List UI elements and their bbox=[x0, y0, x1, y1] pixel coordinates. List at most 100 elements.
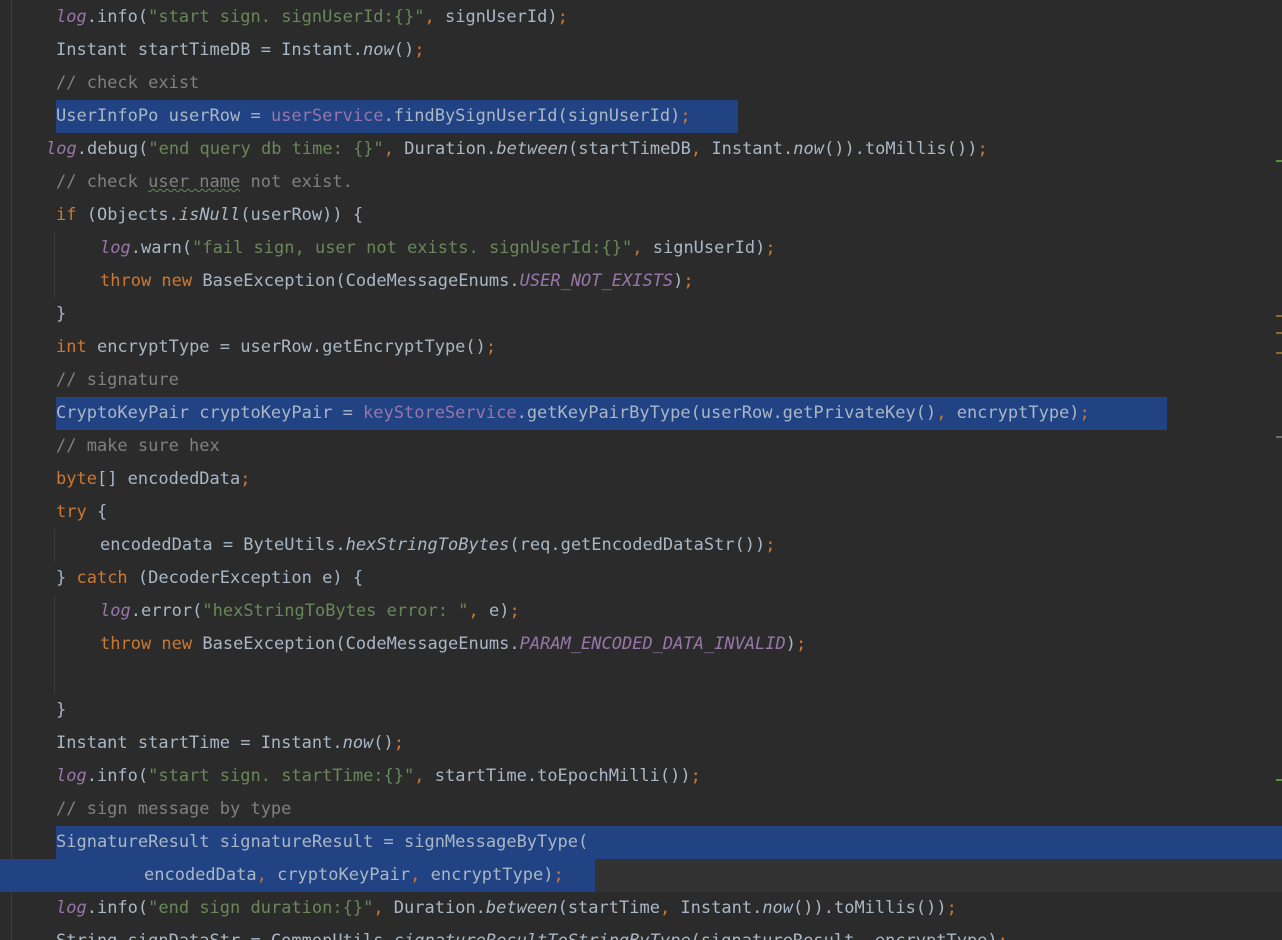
code-token: int bbox=[56, 337, 97, 357]
code-line[interactable]: } bbox=[0, 694, 1282, 727]
code-text: // make sure hex bbox=[56, 430, 220, 463]
code-line[interactable]: try { bbox=[0, 496, 1282, 529]
code-token: isNull bbox=[178, 205, 241, 225]
code-token: UserInfoPo userRow = bbox=[56, 106, 271, 126]
code-text: } bbox=[56, 694, 66, 727]
code-line[interactable]: log.info("start sign. startTime:{}", sta… bbox=[0, 760, 1282, 793]
code-text: Instant startTimeDB = Instant.now(); bbox=[56, 34, 425, 67]
code-token: (startTime bbox=[557, 898, 660, 918]
code-token: ; bbox=[765, 238, 776, 258]
scrollbar-marker[interactable] bbox=[1276, 352, 1282, 354]
code-line[interactable]: CryptoKeyPair cryptoKeyPair = keyStoreSe… bbox=[0, 397, 1282, 430]
code-line[interactable]: log.info("start sign. signUserId:{}", si… bbox=[0, 1, 1282, 34]
code-line[interactable]: throw new BaseException(CodeMessageEnums… bbox=[0, 628, 1282, 661]
code-token: .warn( bbox=[130, 238, 193, 258]
code-text: UserInfoPo userRow = userService.findByS… bbox=[56, 100, 691, 133]
code-line[interactable]: Instant startTimeDB = Instant.now(); bbox=[0, 34, 1282, 67]
code-editor[interactable]: log.info("start sign. signUserId:{}", si… bbox=[0, 0, 1282, 940]
code-line[interactable]: log.info("end sign duration:{}", Duratio… bbox=[0, 892, 1282, 925]
code-line[interactable]: throw new BaseException(CodeMessageEnums… bbox=[0, 265, 1282, 298]
code-text: log.error("hexStringToBytes error: ", e)… bbox=[100, 595, 520, 628]
code-text: log.info("start sign. signUserId:{}", si… bbox=[56, 1, 568, 34]
code-token: log bbox=[56, 766, 87, 786]
code-line[interactable]: // check user name not exist. bbox=[0, 166, 1282, 199]
code-token: SignatureResult signatureResult = signMe… bbox=[56, 832, 589, 852]
code-line[interactable]: int encryptType = userRow.getEncryptType… bbox=[0, 331, 1282, 364]
code-line[interactable]: encodedData = ByteUtils.hexStringToBytes… bbox=[0, 529, 1282, 562]
code-token: now bbox=[363, 40, 394, 60]
code-token: .info( bbox=[86, 7, 149, 27]
code-token: "hexStringToBytes error: " bbox=[202, 601, 469, 621]
scrollbar-marker[interactable] bbox=[1276, 160, 1282, 162]
code-token: , bbox=[632, 238, 653, 258]
code-token: startTime.toEpochMilli()) bbox=[434, 766, 691, 786]
scrollbar-marker[interactable] bbox=[1276, 436, 1282, 438]
code-line[interactable]: SignatureResult signatureResult = signMe… bbox=[0, 826, 1282, 859]
code-token: cryptoKeyPair bbox=[277, 865, 411, 885]
code-token: , bbox=[690, 139, 712, 159]
code-text: log.warn("fail sign, user not exists. si… bbox=[100, 232, 776, 265]
code-token: () bbox=[393, 40, 415, 60]
code-line[interactable]: byte[] encodedData; bbox=[0, 463, 1282, 496]
scrollbar-marker[interactable] bbox=[1276, 332, 1282, 334]
code-line[interactable]: if (Objects.isNull(userRow)) { bbox=[0, 199, 1282, 232]
code-line[interactable]: // signature bbox=[0, 364, 1282, 397]
code-token: ; bbox=[485, 337, 497, 357]
code-line[interactable]: } bbox=[0, 298, 1282, 331]
code-token: [] encodedData bbox=[96, 469, 241, 489]
code-token: log bbox=[56, 7, 87, 27]
code-line[interactable]: String signDataStr = CommonUtils.signatu… bbox=[0, 925, 1282, 940]
code-token: (req.getEncodedDataStr()) bbox=[509, 535, 766, 555]
code-line[interactable] bbox=[0, 661, 1282, 694]
code-token: encryptType) bbox=[875, 931, 998, 940]
code-text: if (Objects.isNull(userRow)) { bbox=[56, 199, 363, 232]
code-line[interactable]: // make sure hex bbox=[0, 430, 1282, 463]
code-token: PARAM_ENCODED_DATA_INVALID bbox=[519, 634, 786, 654]
scrollbar-marker[interactable] bbox=[1276, 315, 1282, 317]
code-text: byte[] encodedData; bbox=[56, 463, 251, 496]
code-text: log.debug("end query db time: {}", Durat… bbox=[46, 133, 988, 166]
code-line[interactable]: UserInfoPo userRow = userService.findByS… bbox=[0, 100, 1282, 133]
code-token: { bbox=[96, 502, 108, 522]
code-line[interactable]: log.error("hexStringToBytes error: ", e)… bbox=[0, 595, 1282, 628]
code-token: } bbox=[56, 304, 67, 324]
code-token: Instant. bbox=[711, 139, 794, 159]
code-token: now bbox=[793, 139, 824, 159]
code-token: Instant startTime = Instant. bbox=[56, 733, 343, 753]
code-line[interactable]: // sign message by type bbox=[0, 793, 1282, 826]
code-token: "end query db time: {}" bbox=[148, 139, 384, 159]
code-token: // check bbox=[56, 172, 149, 192]
code-token: not exist. bbox=[240, 172, 353, 192]
code-line[interactable]: } catch (DecoderException e) { bbox=[0, 562, 1282, 595]
code-token: e) bbox=[488, 601, 510, 621]
code-token: encryptType = userRow.getEncryptType() bbox=[96, 337, 486, 357]
code-token: Instant. bbox=[680, 898, 763, 918]
code-token: between bbox=[485, 898, 558, 918]
code-token: , bbox=[256, 865, 278, 885]
code-token: encodedData bbox=[144, 865, 257, 885]
code-line[interactable]: log.warn("fail sign, user not exists. si… bbox=[0, 232, 1282, 265]
code-token: (DecoderException e) { bbox=[137, 568, 364, 588]
code-text: encodedData, cryptoKeyPair, encryptType)… bbox=[144, 859, 564, 892]
code-line[interactable]: // check exist bbox=[0, 67, 1282, 100]
code-text: try { bbox=[56, 496, 107, 529]
code-token: ; bbox=[240, 469, 251, 489]
code-line[interactable]: Instant startTime = Instant.now(); bbox=[0, 727, 1282, 760]
code-token: now bbox=[762, 898, 794, 918]
code-token: between bbox=[496, 139, 569, 159]
code-token: , bbox=[414, 766, 435, 786]
indent-guide bbox=[54, 595, 55, 694]
scrollbar-marker[interactable] bbox=[1276, 779, 1282, 781]
code-line[interactable]: encodedData, cryptoKeyPair, encryptType)… bbox=[0, 859, 1282, 892]
code-token: catch bbox=[76, 568, 138, 588]
code-token: .findBySignUserId(signUserId) bbox=[383, 106, 681, 126]
code-token: if bbox=[56, 205, 87, 225]
code-token: ; bbox=[680, 106, 691, 126]
code-token: ; bbox=[683, 271, 694, 291]
code-token: // check exist bbox=[56, 73, 200, 93]
code-token: } bbox=[56, 700, 67, 720]
code-token: log bbox=[100, 601, 131, 621]
code-token: BaseException(CodeMessageEnums. bbox=[202, 634, 520, 654]
code-line[interactable]: log.debug("end query db time: {}", Durat… bbox=[0, 133, 1282, 166]
code-token: "fail sign, user not exists. signUserId:… bbox=[192, 238, 633, 258]
